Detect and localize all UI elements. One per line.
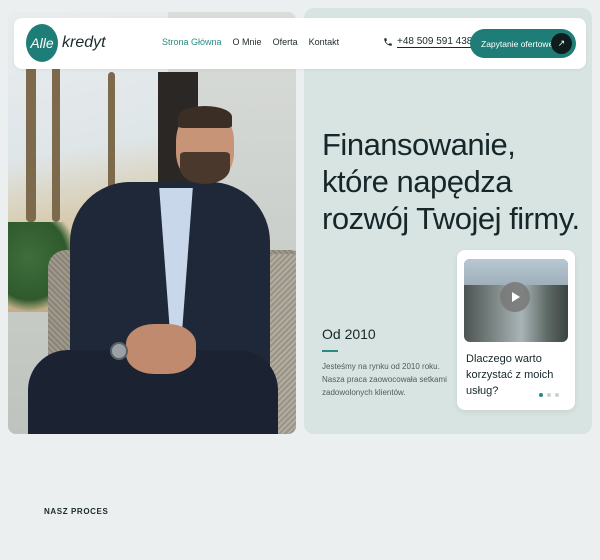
video-thumbnail[interactable] xyxy=(464,259,568,342)
hero-photo xyxy=(8,12,296,434)
main-nav: Strona Główna O Mnie Oferta Kontakt xyxy=(162,37,339,47)
arrow-up-right-icon: ↗ xyxy=(551,33,572,54)
since-description: Jesteśmy na rynku od 2010 roku. Nasza pr… xyxy=(322,362,447,397)
phone-icon xyxy=(384,38,392,46)
quote-request-button[interactable]: Zapytanie ofertowe ↗ xyxy=(470,29,576,58)
since-divider xyxy=(322,350,338,352)
person-watch xyxy=(110,342,128,360)
nav-item-home[interactable]: Strona Główna xyxy=(162,37,222,47)
carousel-dot[interactable] xyxy=(539,393,543,397)
nav-item-about[interactable]: O Mnie xyxy=(233,37,262,47)
person-hands xyxy=(126,324,196,374)
carousel-dot[interactable] xyxy=(547,393,551,397)
nav-item-contact[interactable]: Kontakt xyxy=(309,37,340,47)
hero-title: Finansowanie, które napędza rozwój Twoje… xyxy=(322,127,580,236)
person-beard xyxy=(180,152,230,184)
carousel-dot[interactable] xyxy=(555,393,559,397)
quote-request-label: Zapytanie ofertowe xyxy=(481,38,554,49)
navbar: Alle kredyt Strona Główna O Mnie Oferta … xyxy=(14,18,586,69)
logo-text: kredyt xyxy=(62,34,106,51)
since-label: Od 2010 xyxy=(322,326,376,342)
person-hair xyxy=(178,106,232,128)
nav-item-offer[interactable]: Oferta xyxy=(273,37,298,47)
logo-mark: Alle xyxy=(26,24,58,62)
video-card[interactable]: Dlaczego warto korzystać z moich usług? xyxy=(457,250,575,410)
logo[interactable]: Alle kredyt xyxy=(26,24,106,62)
carousel-dots xyxy=(539,393,559,397)
play-icon[interactable] xyxy=(500,282,530,312)
process-section-label: NASZ PROCES xyxy=(44,507,109,516)
hero-panel: Finansowanie, które napędza rozwój Twoje… xyxy=(304,8,592,434)
phone-number[interactable]: +48 509 591 438 xyxy=(397,36,473,48)
photo-tree xyxy=(26,52,36,222)
phone-link[interactable]: +48 509 591 438 xyxy=(383,36,473,48)
video-card-text: Dlaczego warto korzystać z moich usług? xyxy=(466,353,554,397)
